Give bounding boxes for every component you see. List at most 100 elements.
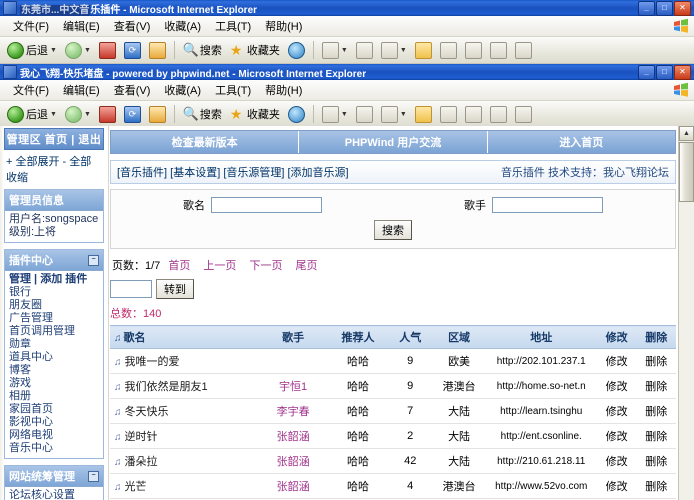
maximize-button-front[interactable]: □ (656, 65, 673, 80)
admin-home-logout-bar[interactable]: 管理区 首页 | 退出 (4, 128, 104, 150)
messenger-button[interactable] (437, 105, 460, 124)
cell-delete-link[interactable]: 删除 (636, 349, 676, 374)
collapse-toggle-site-management[interactable]: − (88, 471, 99, 482)
menu-tools-back[interactable]: 工具(T) (208, 16, 258, 36)
print-dropdown-icon[interactable]: ▼ (400, 47, 407, 54)
menu-file-back[interactable]: 文件(F) (6, 16, 56, 36)
cell-delete-link[interactable]: 删除 (636, 424, 676, 449)
cell-edit-link[interactable]: 修改 (597, 424, 637, 449)
subnav-links[interactable]: [音乐插件] [基本设置] [音乐源管理] [添加音乐源] (117, 164, 349, 180)
pager-first-link[interactable]: 首页 (168, 260, 190, 272)
translate-button[interactable] (462, 105, 485, 124)
sidebar-item-medals[interactable]: 勋章 (9, 338, 99, 351)
font-button[interactable] (487, 105, 510, 124)
pager-last-link[interactable]: 尾页 (296, 260, 318, 272)
menu-help-back[interactable]: 帮助(H) (258, 16, 309, 36)
favorites-button-back[interactable]: ★收藏夹 (227, 41, 283, 59)
media-button[interactable] (285, 105, 308, 124)
col-header-artist[interactable]: 歌手 (258, 326, 328, 349)
back-button[interactable]: 后退▼ (4, 105, 60, 124)
scrollbar-up-arrow[interactable]: ▲ (679, 126, 694, 141)
translate-button-back[interactable] (462, 41, 485, 60)
cell-delete-link[interactable]: 删除 (636, 474, 676, 499)
expand-collapse-all[interactable]: + 全部展开 - 全部收缩 (4, 150, 104, 189)
forward-button-back[interactable]: ▼ (62, 41, 94, 60)
menu-view[interactable]: 查看(V) (107, 80, 158, 100)
stop-button[interactable] (96, 105, 119, 124)
sidebar-item-games[interactable]: 游戏 (9, 377, 99, 390)
edit-button[interactable] (412, 105, 435, 124)
back-dropdown-icon-front[interactable]: ▼ (50, 111, 57, 118)
sidebar-item-video[interactable]: 影视中心 (9, 416, 99, 429)
note-button-back[interactable] (512, 41, 535, 60)
col-header-edit[interactable]: 修改 (597, 326, 637, 349)
edit-button-back[interactable] (412, 41, 435, 60)
cell-edit-link[interactable]: 修改 (597, 349, 637, 374)
sidebar-item-nettv[interactable]: 网络电视 (9, 429, 99, 442)
cell-edit-link[interactable]: 修改 (597, 399, 637, 424)
forward-dropdown-icon-front[interactable]: ▼ (84, 111, 91, 118)
font-button-back[interactable] (487, 41, 510, 60)
cell-edit-link[interactable]: 修改 (597, 374, 637, 399)
print-dropdown-icon-front[interactable]: ▼ (400, 111, 407, 118)
cell-edit-link[interactable]: 修改 (597, 474, 637, 499)
menu-edit-back[interactable]: 编辑(E) (56, 16, 107, 36)
pager-prev-link[interactable]: 上一页 (203, 260, 236, 272)
forward-dropdown-icon[interactable]: ▼ (84, 47, 91, 54)
page-jump-button[interactable]: 转到 (156, 279, 194, 299)
media-button-back[interactable] (285, 41, 308, 60)
sidebar-item-music[interactable]: 音乐中心 (9, 442, 99, 455)
note-button[interactable] (512, 105, 535, 124)
menu-file[interactable]: 文件(F) (6, 80, 56, 100)
back-button-back[interactable]: 后退▼ (4, 41, 60, 60)
sidebar-item-props[interactable]: 道具中心 (9, 351, 99, 364)
favorites-button[interactable]: ★收藏夹 (227, 105, 283, 123)
col-header-delete[interactable]: 删除 (636, 326, 676, 349)
sidebar-item-home[interactable]: 家园首页 (9, 403, 99, 416)
home-button[interactable] (146, 105, 169, 124)
mail-button[interactable] (353, 105, 376, 124)
cell-edit-link[interactable]: 修改 (597, 449, 637, 474)
menu-edit[interactable]: 编辑(E) (56, 80, 107, 100)
tab-check-version[interactable]: 检查最新版本 (111, 131, 299, 153)
menu-favorites[interactable]: 收藏(A) (157, 80, 208, 100)
col-header-song[interactable]: ♫歌名 (110, 326, 258, 349)
search-button-back[interactable]: 🔍搜索 (180, 41, 225, 59)
history-button[interactable]: ▼ (319, 105, 351, 124)
minimize-button-back[interactable]: _ (638, 1, 655, 16)
sidebar-item-bank[interactable]: 银行 (9, 286, 99, 299)
sidebar-item-ads[interactable]: 广告管理 (9, 312, 99, 325)
close-button-front[interactable]: ✕ (674, 65, 691, 80)
stop-button-back[interactable] (96, 41, 119, 60)
search-button[interactable]: 🔍搜索 (180, 105, 225, 123)
artist-input[interactable] (492, 197, 603, 213)
sidebar-item-friends[interactable]: 朋友圈 (9, 299, 99, 312)
history-dropdown-icon[interactable]: ▼ (341, 47, 348, 54)
search-submit-button[interactable]: 搜索 (374, 220, 412, 240)
home-button-back[interactable] (146, 41, 169, 60)
maximize-button-back[interactable]: □ (656, 1, 673, 16)
menu-view-back[interactable]: 查看(V) (107, 16, 158, 36)
page-vertical-scrollbar[interactable]: ▲ (678, 126, 694, 500)
messenger-button-back[interactable] (437, 41, 460, 60)
sidebar-item-core-settings[interactable]: 论坛核心设置 (9, 489, 99, 500)
print-button[interactable]: ▼ (378, 105, 410, 124)
sidebar-item-homepage-call[interactable]: 首页调用管理 (9, 325, 99, 338)
col-header-recommender[interactable]: 推荐人 (328, 326, 388, 349)
close-button-back[interactable]: ✕ (674, 1, 691, 16)
cell-delete-link[interactable]: 删除 (636, 374, 676, 399)
scrollbar-thumb[interactable] (679, 142, 694, 202)
song-name-input[interactable] (211, 197, 322, 213)
back-dropdown-icon[interactable]: ▼ (50, 47, 57, 54)
col-header-popularity[interactable]: 人气 (388, 326, 433, 349)
menu-favorites-back[interactable]: 收藏(A) (157, 16, 208, 36)
menu-help[interactable]: 帮助(H) (258, 80, 309, 100)
print-button-back[interactable]: ▼ (378, 41, 410, 60)
tab-go-homepage[interactable]: 进入首页 (488, 131, 675, 153)
sidebar-item-blog[interactable]: 博客 (9, 364, 99, 377)
refresh-button-back[interactable]: ⟳ (121, 41, 144, 60)
collapse-toggle-plugin-center[interactable]: − (88, 255, 99, 266)
sidebar-item-plugin-manage[interactable]: 管理 | 添加 插件 (9, 273, 99, 286)
minimize-button-front[interactable]: _ (638, 65, 655, 80)
history-dropdown-icon-front[interactable]: ▼ (341, 111, 348, 118)
